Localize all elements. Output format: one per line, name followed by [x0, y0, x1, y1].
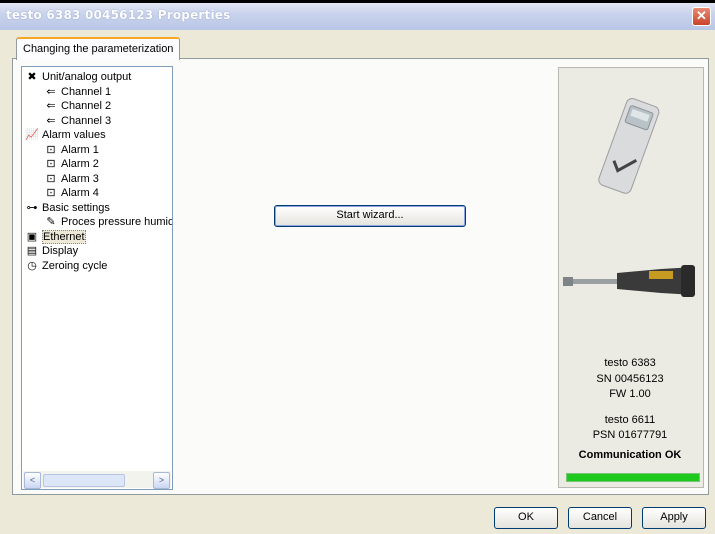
ok-button[interactable]: OK	[494, 507, 558, 529]
tree-item-label: Alarm 1	[61, 143, 99, 156]
properties-dialog: testo 6383 00456123 Properties ✕ Changin…	[0, 0, 715, 534]
tree-item-alarm-3[interactable]: ⊡ Alarm 3	[22, 172, 172, 187]
plug-icon: ⇐	[46, 85, 56, 98]
alarm-icon: ⊡	[46, 187, 56, 200]
tree-item-label: Channel 1	[61, 85, 112, 98]
tree-item-display[interactable]: ▤ Display	[22, 244, 172, 259]
tree-item-process-pressure-humidity[interactable]: ✎ Proces pressure humidity	[22, 215, 173, 230]
transmitter-device-image	[598, 98, 660, 194]
tree-item-label: Alarm 3	[61, 172, 99, 185]
settings-tree[interactable]: ✖ Unit/analog output ⇐ Channel 1 ⇐ Channel …	[21, 66, 173, 490]
tree-item-channel-1[interactable]: ⇐ Channel 1	[22, 85, 172, 100]
chart-icon: 📈	[25, 129, 39, 142]
plug-icon: ⇐	[46, 114, 56, 127]
tree-item-label: Basic settings	[42, 201, 110, 214]
tree-item-label: Ethernet	[42, 229, 86, 244]
tree-item-label: Channel 2	[61, 100, 112, 112]
close-button[interactable]: ✕	[692, 7, 711, 26]
probe-device-image	[563, 265, 695, 297]
tree-item-channel-2[interactable]: ⇐ Channel 2	[22, 99, 172, 114]
cancel-button[interactable]: Cancel	[568, 507, 632, 529]
tree-item-unit-analog-output[interactable]: ✖ Unit/analog output	[22, 70, 172, 85]
probe-serial: PSN 01677791	[592, 429, 668, 441]
horizontal-scrollbar[interactable]: < >	[23, 471, 171, 489]
start-wizard-button[interactable]: Start wizard...	[274, 205, 466, 227]
communication-status: Communication OK	[578, 449, 682, 461]
scroll-right-button[interactable]: >	[153, 472, 170, 489]
device-model: testo 6383	[604, 357, 656, 369]
window-title: testo 6383 00456123 Properties	[6, 8, 231, 22]
tree-item-alarm-4[interactable]: ⊡ Alarm 4	[22, 186, 172, 201]
network-icon: ▣	[26, 230, 38, 243]
tree-item-alarm-1[interactable]: ⊡ Alarm 1	[22, 143, 172, 158]
tab-changing-parameterization[interactable]: Changing the parameterization	[16, 37, 181, 60]
tree-item-basic-settings[interactable]: ⊶ Basic settings	[22, 201, 172, 216]
probe-model: testo 6611	[604, 414, 656, 426]
tools-icon: ✖	[27, 71, 37, 84]
tree-item-label: Unit/analog output	[42, 71, 132, 83]
tree-item-ethernet[interactable]: ▣ Ethernet	[22, 229, 172, 245]
device-firmware: FW 1.00	[609, 388, 651, 400]
display-icon: ▤	[26, 245, 38, 258]
tree-item-label: Display	[42, 245, 79, 257]
top-border	[0, 0, 715, 3]
alarm-icon: ⊡	[46, 158, 56, 171]
tree-item-label: Proces pressure humidity	[61, 216, 173, 228]
title-bar[interactable]: testo 6383 00456123 Properties ✕	[0, 0, 715, 30]
alarm-icon: ⊡	[46, 143, 56, 156]
gauge-icon: ✎	[46, 216, 56, 229]
apply-button[interactable]: Apply	[642, 507, 706, 529]
tree-item-zeroing-cycle[interactable]: ◷ Zeroing cycle	[22, 259, 172, 274]
tree-item-channel-3[interactable]: ⇐ Channel 3	[22, 114, 172, 129]
tree-item-label: Zeroing cycle	[42, 259, 108, 272]
tree-item-label: Channel 3	[61, 114, 112, 127]
scroll-left-button[interactable]: <	[24, 472, 41, 489]
device-serial: SN 00456123	[596, 373, 664, 385]
communication-status-bar	[566, 473, 700, 482]
plug-icon: ⇐	[46, 100, 56, 113]
close-icon: ✕	[696, 8, 707, 23]
clock-icon: ◷	[27, 259, 37, 272]
alarm-icon: ⊡	[46, 172, 56, 185]
scroll-thumb[interactable]	[43, 474, 125, 487]
tree-item-label: Alarm 4	[61, 187, 99, 199]
tree-item-label: Alarm values	[42, 129, 106, 141]
tree-item-alarm-2[interactable]: ⊡ Alarm 2	[22, 157, 172, 172]
settings-icon: ⊶	[26, 201, 38, 214]
tree-item-label: Alarm 2	[61, 158, 99, 170]
tree-item-alarm-values[interactable]: 📈 Alarm values	[22, 128, 172, 143]
tree-items: ✖ Unit/analog output ⇐ Channel 1 ⇐ Channel …	[22, 70, 173, 274]
